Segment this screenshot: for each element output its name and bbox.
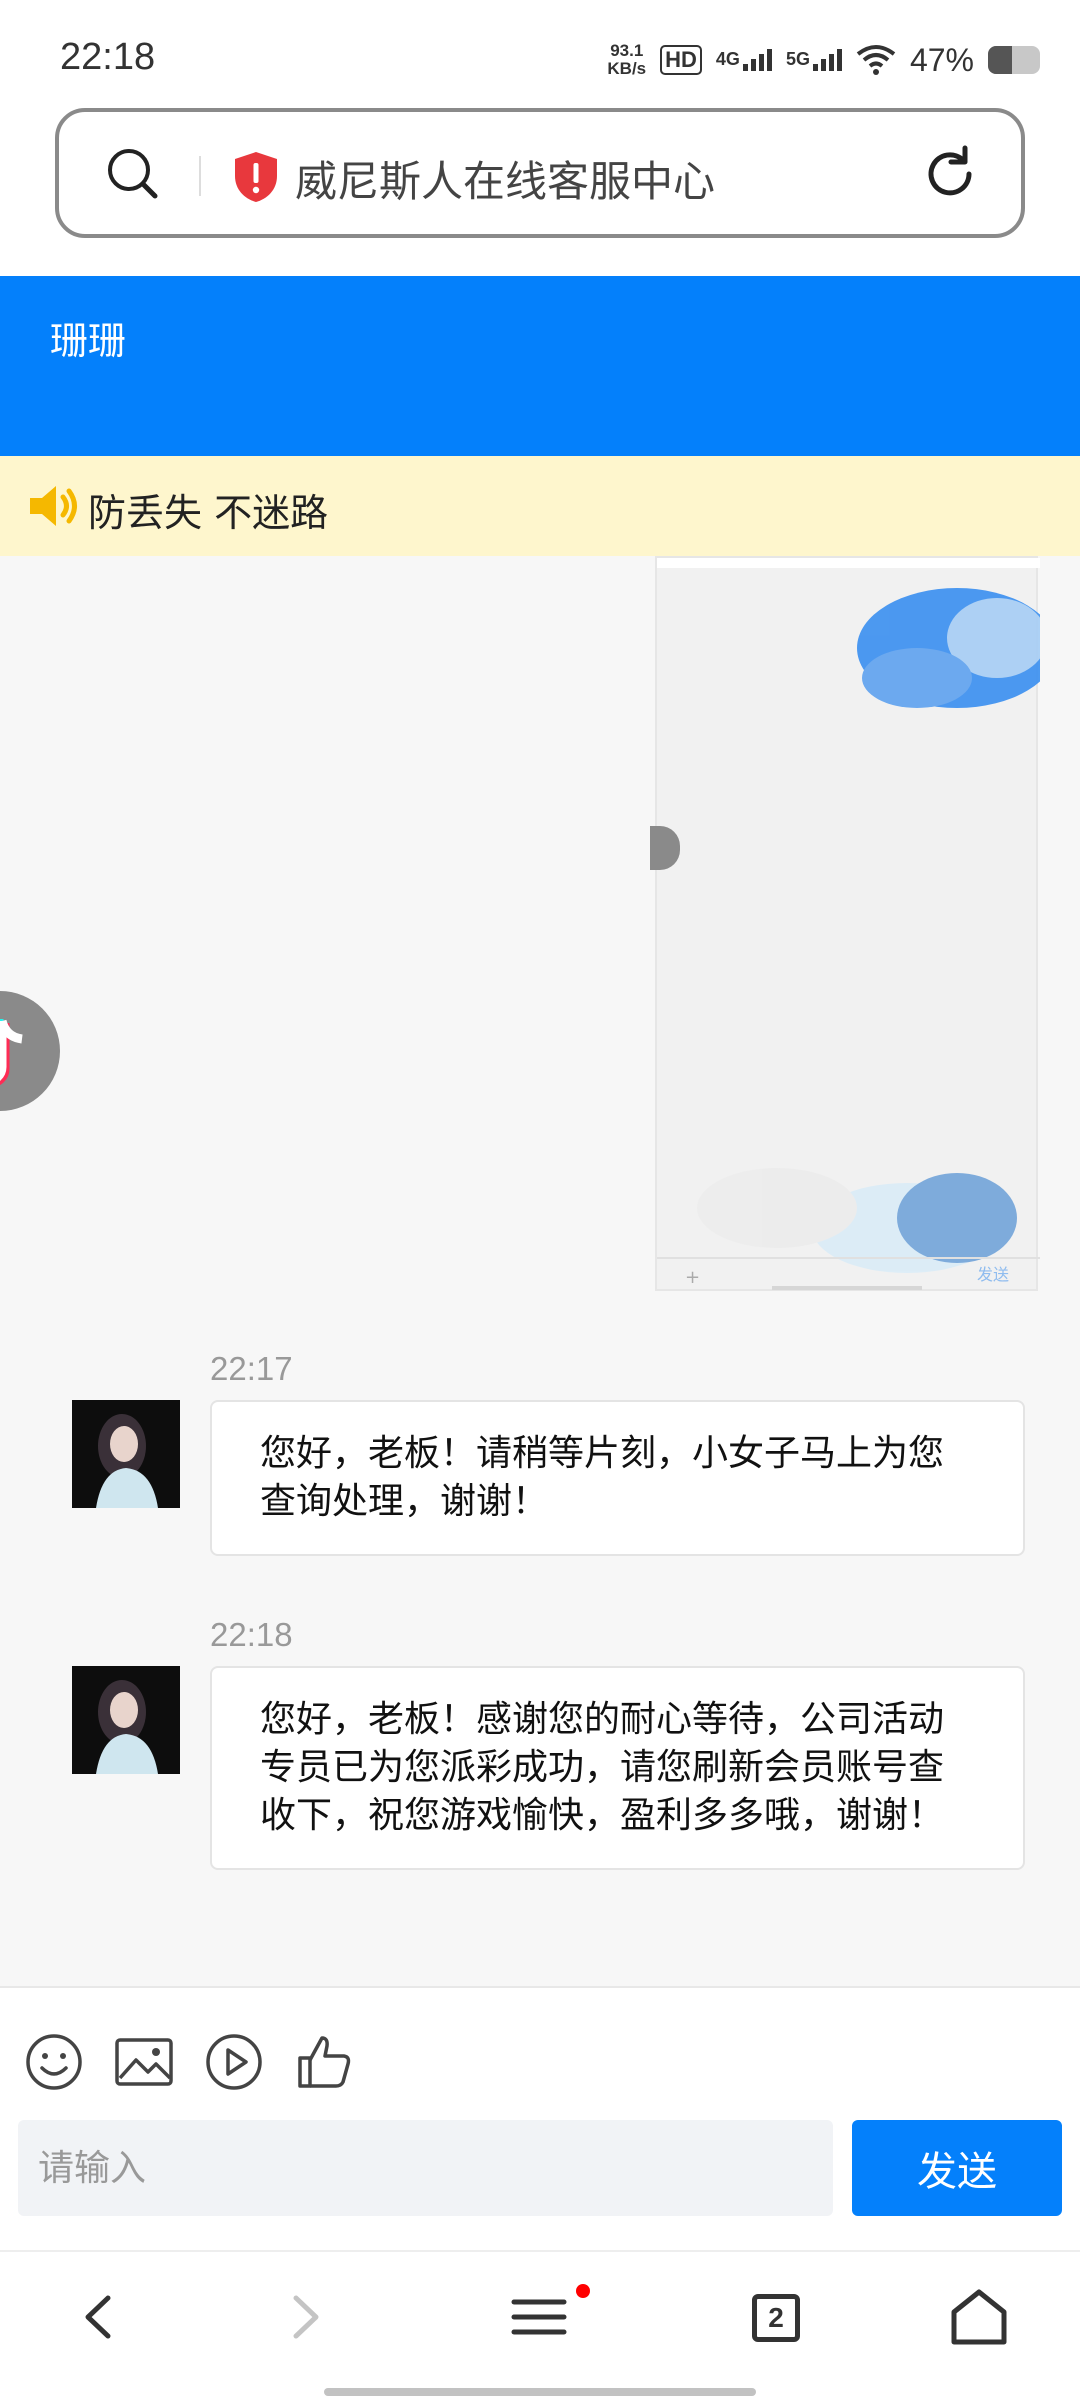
message-time: 22:18	[210, 1616, 293, 1653]
avatar	[72, 1400, 180, 1508]
browser-nav-bar: 2	[0, 2250, 1080, 2400]
status-bar: 22:18 93.1 KB/s HD 4G 5G 47%	[0, 0, 1080, 105]
wifi-icon	[856, 45, 896, 75]
avatar	[72, 1666, 180, 1774]
message-bubble: 您好，老板！请稍等片刻，小女子马上为您查询处理，谢谢！	[210, 1400, 1025, 1556]
notice-text: 防丢失 不迷路	[88, 491, 329, 535]
signal-4g-icon: 4G	[716, 49, 772, 71]
chat-header: 珊珊	[0, 276, 1080, 456]
notice-bar: 防丢失 不迷路	[0, 456, 1080, 556]
net-speed-unit: KB/s	[607, 59, 647, 78]
thumbs-up-icon[interactable]	[294, 2032, 354, 2092]
svg-text:+: +	[685, 1267, 700, 1288]
signal-5g-icon: 5G	[786, 49, 842, 71]
chat-area[interactable]: + 发送 22:17 您好，老板！请稍等片刻，小女子马上为您查询处理，谢谢！ 2…	[0, 556, 1080, 1986]
forward-icon[interactable]	[270, 2282, 340, 2352]
search-icon[interactable]	[105, 146, 161, 202]
network-label-5g: 5G	[785, 49, 810, 69]
reload-icon[interactable]	[921, 144, 981, 204]
message-time: 22:17	[210, 1350, 293, 1387]
status-time: 22:18	[60, 36, 156, 78]
speaker-icon	[30, 486, 77, 526]
net-speed: 93.1 KB/s	[607, 42, 646, 78]
emoji-icon[interactable]	[24, 2032, 84, 2092]
status-icons: 93.1 KB/s HD 4G 5G 47%	[607, 38, 1040, 82]
tabs-icon[interactable]: 2	[752, 2294, 800, 2342]
battery-fill	[988, 46, 1013, 74]
notification-dot	[576, 2284, 590, 2298]
home-indicator[interactable]	[324, 2388, 756, 2396]
image-message-content: + 发送	[657, 558, 1057, 1290]
address-bar[interactable]: 威尼斯人在线客服中心	[55, 108, 1025, 238]
battery-percent: 47%	[909, 41, 974, 78]
battery-icon	[988, 46, 1040, 74]
net-speed-value: 93.1	[610, 41, 644, 60]
hd-icon: HD	[660, 45, 702, 75]
network-label-4g: 4G	[715, 49, 740, 69]
composer: 发送	[0, 1986, 1080, 2250]
tiktok-float-icon[interactable]	[0, 991, 60, 1111]
video-icon[interactable]	[204, 2032, 264, 2092]
agent-name: 珊珊	[50, 319, 127, 363]
message-bubble: 您好，老板！感谢您的耐心等待，公司活动专员已为您派彩成功，请您刷新会员账号查收下…	[210, 1666, 1025, 1870]
shield-alert-icon[interactable]	[231, 150, 281, 204]
svg-text:发送: 发送	[977, 1265, 1009, 1284]
menu-icon[interactable]	[504, 2282, 574, 2352]
message-input[interactable]	[18, 2120, 833, 2216]
image-icon[interactable]	[114, 2032, 174, 2092]
page-title: 威尼斯人在线客服中心	[295, 157, 716, 206]
home-icon[interactable]	[944, 2282, 1014, 2352]
image-message[interactable]: + 发送	[655, 556, 1057, 1291]
back-icon[interactable]	[64, 2282, 134, 2352]
address-divider	[199, 156, 201, 196]
send-button[interactable]: 发送	[852, 2120, 1062, 2216]
